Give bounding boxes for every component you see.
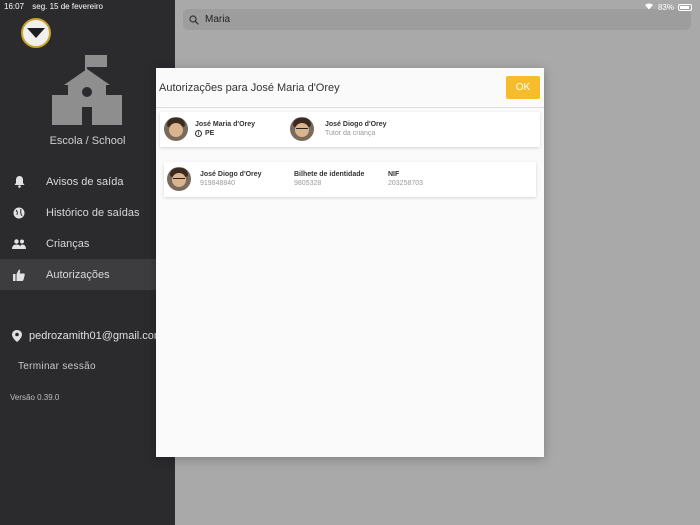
info-icon: i — [195, 130, 202, 137]
ok-button[interactable]: OK — [506, 76, 540, 99]
sidebar-nav: Avisos de saída Histórico de saídas Cria… — [0, 166, 175, 290]
nif-value: 203258703 — [388, 180, 424, 187]
sidebar-item-historico[interactable]: Histórico de saídas — [0, 197, 175, 228]
sidebar: Escola / School Avisos de saída Históric… — [0, 0, 175, 525]
guardian-role: Tutor da criança — [325, 130, 376, 137]
authorized-person-avatar — [167, 167, 191, 191]
account-email-text: pedrozamith01@gmail.com — [29, 330, 164, 342]
authorizations-modal: Autorizações para José Maria d'Orey OK J… — [156, 68, 544, 457]
location-pin-icon — [12, 330, 22, 342]
bell-icon — [12, 175, 26, 189]
app-logo — [21, 18, 51, 48]
school-name: Escola / School — [49, 135, 126, 147]
sidebar-item-label: Avisos de saída — [46, 175, 124, 188]
battery-percent: 83% — [657, 2, 674, 12]
status-date: seg. 15 de fevereiro — [32, 2, 103, 11]
child-badge: i PE — [195, 130, 214, 137]
battery-icon — [678, 3, 692, 11]
thumbs-up-icon — [12, 268, 26, 282]
authorized-person-card[interactable]: José Diogo d'Orey 919848840 Bilhete de i… — [164, 162, 536, 197]
status-bar: 16:07 seg. 15 de fevereiro 83% — [0, 0, 700, 14]
people-icon — [12, 237, 26, 251]
nif-label: NIF — [388, 171, 400, 178]
sidebar-item-label: Crianças — [46, 237, 90, 250]
sidebar-item-criancas[interactable]: Crianças — [0, 228, 175, 259]
child-avatar — [164, 117, 188, 141]
child-card[interactable]: José Maria d'Orey i PE José Diogo d'Orey… — [160, 112, 540, 147]
search-input[interactable] — [205, 14, 665, 25]
child-badge-text: PE — [205, 130, 215, 137]
logout-button[interactable]: Terminar sessão — [18, 361, 96, 372]
sidebar-item-label: Histórico de saídas — [46, 206, 140, 219]
account-email: pedrozamith01@gmail.com — [12, 330, 175, 342]
id-label: Bilhete de identidade — [294, 171, 365, 178]
sidebar-item-autorizacoes[interactable]: Autorizações — [0, 259, 175, 290]
status-time: 16:07 — [4, 2, 25, 11]
modal-header: Autorizações para José Maria d'Orey OK — [156, 68, 544, 108]
guardian-name: José Diogo d'Orey — [325, 121, 387, 128]
school-icon — [52, 55, 122, 125]
authorized-person-phone: 919848840 — [200, 180, 236, 187]
wifi-icon — [644, 2, 654, 12]
app-version: Versão 0.39.0 — [10, 393, 60, 402]
modal-title: Autorizações para José Maria d'Orey — [159, 82, 340, 94]
authorized-person-name: José Diogo d'Orey — [200, 171, 262, 178]
child-name: José Maria d'Orey — [195, 121, 256, 128]
guardian-avatar — [290, 117, 314, 141]
search-icon — [189, 14, 199, 25]
sidebar-item-label: Autorizações — [46, 268, 110, 281]
globe-icon — [12, 206, 26, 220]
sidebar-item-avisos[interactable]: Avisos de saída — [0, 166, 175, 197]
id-value: 9805328 — [294, 180, 322, 187]
